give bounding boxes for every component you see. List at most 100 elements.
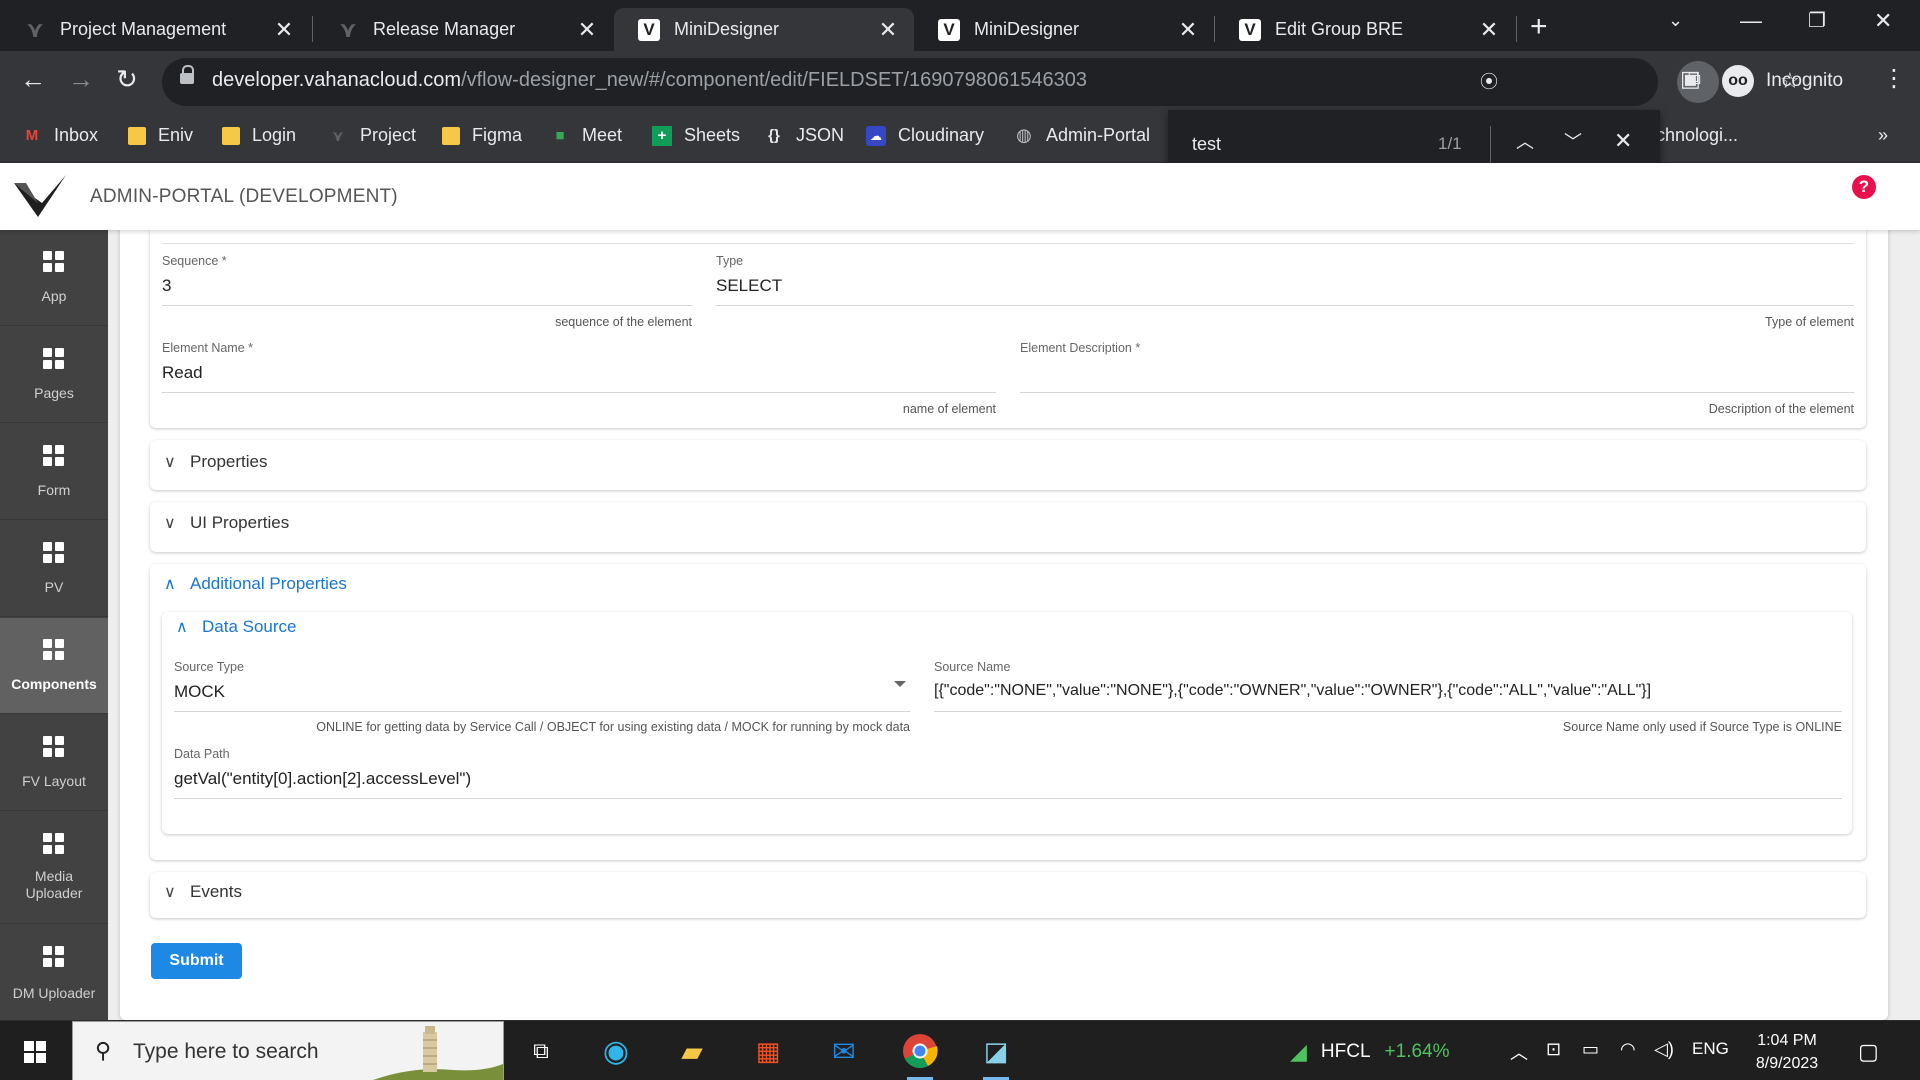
find-input[interactable]: test (1192, 134, 1221, 155)
reload-icon[interactable]: ↻ (116, 64, 138, 95)
events-expander[interactable]: ∨ Events (164, 882, 242, 902)
tab-title: MiniDesigner (674, 19, 780, 39)
source-name-input[interactable]: [{"code":"NONE","value":"NONE"},{"code":… (934, 682, 1842, 700)
sidebar-item-media-uploader[interactable]: Media Uploader (0, 812, 108, 924)
tab-release-manager[interactable]: ⋎ Release Manager ✕ (313, 8, 613, 51)
source-type-value[interactable]: MOCK (174, 682, 910, 702)
close-icon[interactable]: ✕ (1475, 17, 1503, 43)
bookmark-label: chnologi... (1656, 125, 1739, 145)
element-description-field[interactable]: Element Description * (1020, 341, 1854, 393)
bookmark-technologies[interactable]: chnologi... (1656, 125, 1738, 146)
microsoft-store-icon[interactable]: ▦ (747, 1031, 789, 1071)
data-source-expander[interactable]: ∧ Data Source (176, 617, 297, 637)
dropdown-arrow-icon[interactable] (894, 681, 906, 687)
input-language[interactable]: ENG (1692, 1039, 1729, 1059)
taskbar-search-box[interactable]: ⚲ Type here to search (72, 1021, 504, 1080)
incognito-profile-button[interactable]: oo Incognito (1722, 61, 1843, 101)
sidebar-item-app[interactable]: App (0, 230, 108, 326)
mail-icon[interactable]: ✉ (823, 1031, 865, 1071)
bookmark-eniv[interactable]: Eniv (128, 125, 193, 146)
sidebar-item-dm-uploader[interactable]: DM Uploader (0, 925, 108, 1021)
bookmark-meet[interactable]: ■ Meet (550, 125, 622, 146)
tab-divider (1516, 16, 1517, 42)
sidebar-item-pages[interactable]: Pages (0, 327, 108, 423)
bookmark-login[interactable]: Login (222, 125, 296, 146)
meet-now-icon[interactable]: ⊡ (1546, 1039, 1561, 1060)
bookmark-sheets[interactable]: + Sheets (652, 125, 740, 146)
element-description-input[interactable] (1020, 363, 1854, 383)
tab-minidesigner-active[interactable]: V MiniDesigner ✕ (614, 8, 914, 51)
data-path-field[interactable]: Data Path getVal("entity[0].action[2].ac… (174, 747, 1842, 799)
sidebar-item-form[interactable]: Form (0, 424, 108, 520)
back-arrow-icon[interactable]: ← (20, 64, 46, 95)
bookmark-json[interactable]: {} JSON (764, 125, 844, 146)
volume-icon[interactable]: ◁) (1654, 1039, 1674, 1060)
v-logo-icon: V (938, 18, 960, 41)
close-icon[interactable]: ✕ (270, 17, 298, 43)
system-clock[interactable]: 1:04 PM 8/9/2023 (1742, 1029, 1832, 1075)
url-text[interactable]: developer.vahanacloud.com/vflow-designer… (212, 69, 1087, 92)
source-name-field[interactable]: Source Name [{"code":"NONE","value":"NON… (934, 660, 1842, 712)
notepad-app-icon[interactable]: ◪ (975, 1031, 1017, 1080)
battery-icon[interactable]: ▭ (1582, 1039, 1599, 1060)
bookmark-project[interactable]: ⋎ Project (328, 125, 416, 146)
close-icon[interactable]: ✕ (573, 17, 601, 43)
field-underline (716, 305, 1854, 306)
sidebar-item-pv[interactable]: PV (0, 521, 108, 617)
v-logo-icon: V (1239, 18, 1261, 41)
tab-title: MiniDesigner (974, 19, 1080, 39)
find-previous-chevron-up-icon[interactable]: ︿ (1516, 128, 1534, 154)
sidebar-item-label: Form (37, 482, 71, 498)
sequence-input[interactable]: 3 (162, 276, 692, 296)
close-icon[interactable]: ✕ (1174, 17, 1202, 43)
window-close-icon[interactable]: ✕ (1874, 8, 1892, 34)
additional-properties-expander[interactable]: ∧ Additional Properties (164, 574, 347, 594)
bookmark-inbox[interactable]: M Inbox (22, 125, 98, 146)
wifi-icon[interactable]: ◠ (1620, 1039, 1636, 1060)
ui-properties-expander[interactable]: ∨ UI Properties (164, 513, 289, 533)
location-blocked-icon[interactable]: ⦿ (1480, 68, 1498, 94)
edge-browser-icon[interactable]: ◉ (595, 1031, 637, 1071)
chrome-icon[interactable] (899, 1031, 941, 1080)
file-explorer-icon[interactable]: ▰ (671, 1031, 713, 1071)
find-next-chevron-down-icon[interactable]: ﹀ (1564, 128, 1582, 154)
submit-button[interactable]: Submit (151, 943, 242, 979)
forward-arrow-icon[interactable]: → (68, 64, 94, 95)
minimize-icon[interactable]: — (1740, 8, 1762, 34)
bookmark-admin-portal[interactable]: ◍ Admin-Portal (1014, 125, 1150, 146)
tray-chevron-up-icon[interactable]: ︿ (1510, 1039, 1528, 1065)
find-close-icon[interactable]: ✕ (1614, 128, 1632, 154)
data-path-input[interactable]: getVal("entity[0].action[2].accessLevel"… (174, 769, 1842, 789)
type-input[interactable]: SELECT (716, 276, 1854, 296)
bookmark-cloudinary[interactable]: ☁ Cloudinary (866, 125, 984, 146)
element-name-field[interactable]: Element Name * Read (162, 341, 996, 393)
bookmark-figma[interactable]: Figma (442, 125, 522, 146)
address-bar[interactable]: developer.vahanacloud.com/vflow-designer… (162, 58, 1800, 106)
notifications-icon[interactable]: ▢ (1858, 1039, 1879, 1065)
side-panel-icon[interactable]: ▣ (1680, 66, 1701, 92)
vahana-logo-icon: ⋎ (26, 16, 44, 42)
tab-search-chevron-icon[interactable]: ⌄ (1668, 10, 1683, 31)
help-icon[interactable]: ? (1852, 175, 1876, 199)
tab-minidesigner[interactable]: V MiniDesigner ✕ (914, 8, 1214, 51)
sidebar-item-components[interactable]: Components (0, 618, 108, 714)
sidebar-item-fv-layout[interactable]: FV Layout (0, 715, 108, 811)
type-field[interactable]: Type SELECT (716, 254, 1854, 306)
find-divider (1490, 126, 1491, 164)
more-bookmarks-icon[interactable]: » (1878, 125, 1888, 146)
sequence-field[interactable]: Sequence * 3 (162, 254, 692, 306)
tab-edit-group-bre[interactable]: V Edit Group BRE ✕ (1215, 8, 1515, 51)
windows-start-icon[interactable] (24, 1041, 46, 1063)
vahana-logo-icon: ⋎ (339, 16, 357, 42)
new-tab-plus-icon[interactable]: + (1530, 10, 1548, 44)
restore-icon[interactable]: ❐ (1808, 8, 1826, 33)
stock-widget[interactable]: ◢ HFCL +1.64% (1290, 1039, 1450, 1065)
properties-expander[interactable]: ∨ Properties (164, 452, 267, 472)
kebab-menu-icon[interactable]: ⋮ (1882, 64, 1906, 93)
element-name-input[interactable]: Read (162, 363, 996, 383)
source-type-select[interactable]: Source Type MOCK (174, 660, 910, 712)
task-view-icon[interactable]: ⧉ (520, 1031, 562, 1071)
gmail-icon: M (25, 127, 39, 144)
close-icon[interactable]: ✕ (874, 17, 902, 43)
tab-project-management[interactable]: ⋎ Project Management ✕ (0, 8, 310, 51)
